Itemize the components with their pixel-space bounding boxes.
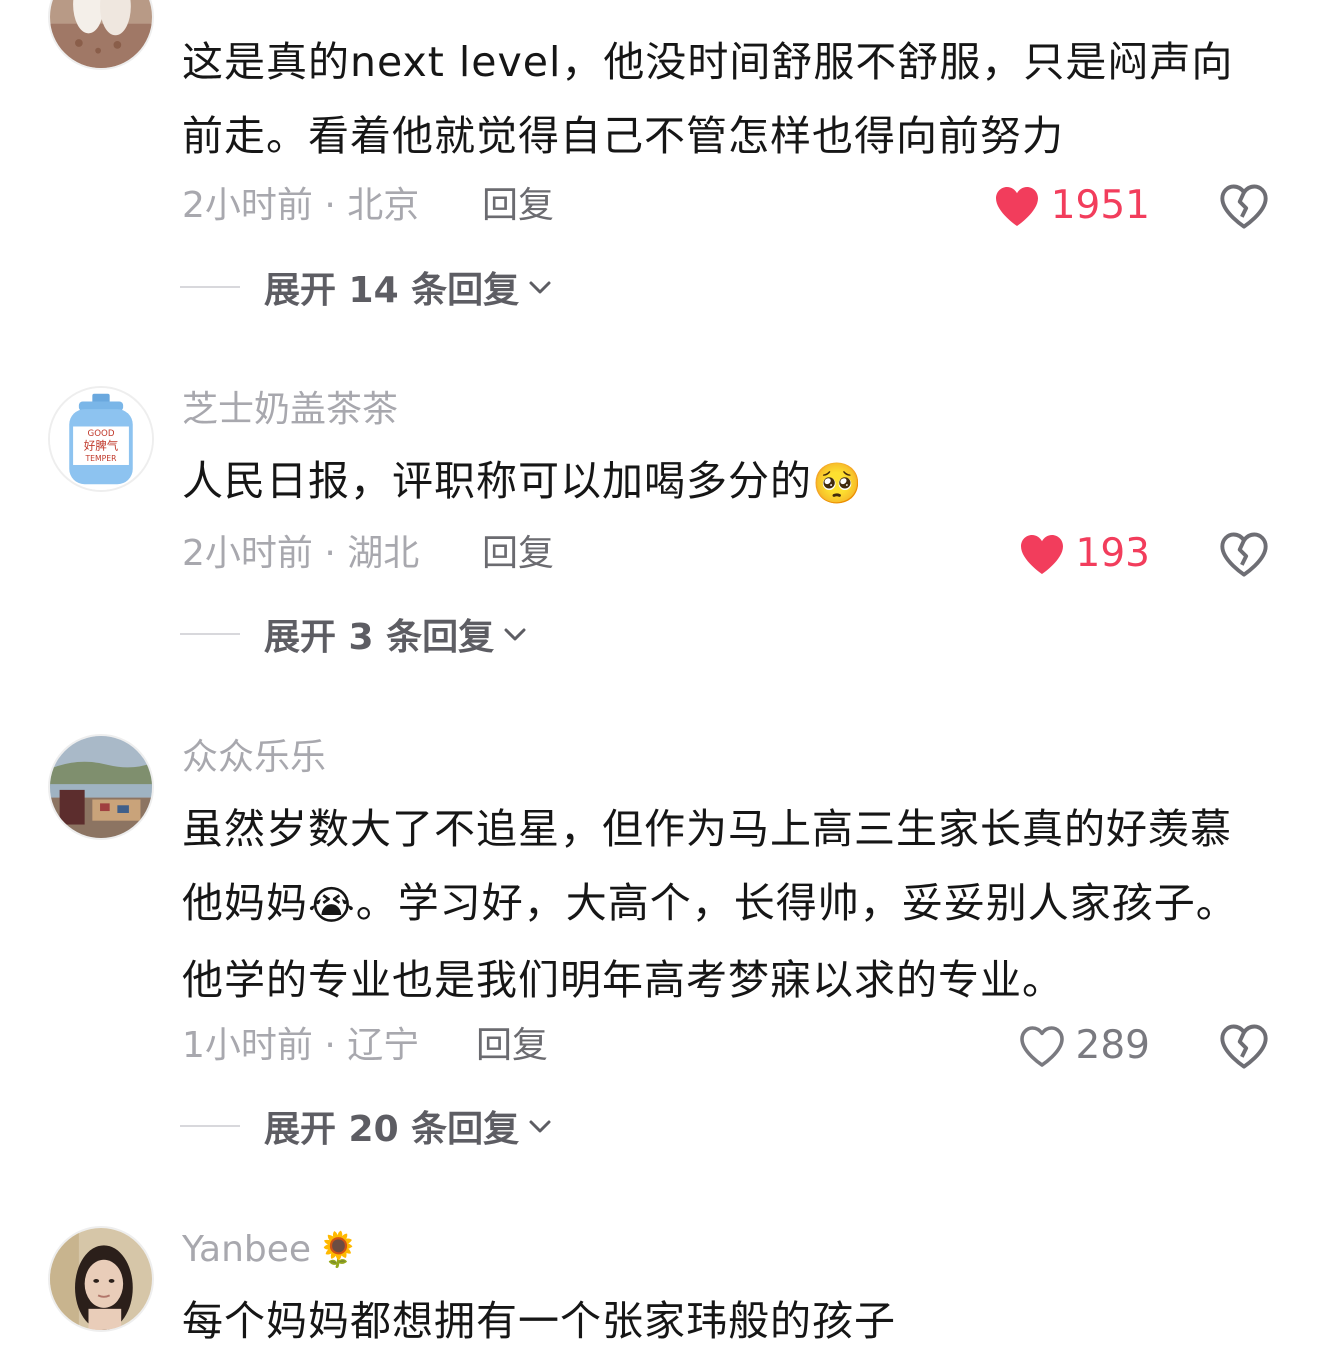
- like-button[interactable]: 1951: [980, 181, 1150, 231]
- comment-text: 每个妈妈都想拥有一个张家玮般的孩子: [182, 1297, 896, 1345]
- like-count: 193: [1075, 531, 1150, 576]
- comment-time-location: 2小时前 · 北京: [182, 185, 420, 226]
- comment-text: 虽然岁数大了不追星，但作为马上高三生家长真的好羡慕他妈妈😭。学习好，大高个，长得…: [182, 792, 1272, 1017]
- heart-outline-icon: [1019, 1026, 1064, 1067]
- expand-replies-label: 展开 20 条回复: [264, 1109, 520, 1150]
- comment-time-location: 2小时前 · 湖北: [182, 533, 420, 574]
- like-button[interactable]: 193: [980, 529, 1150, 579]
- reply-button[interactable]: 回复: [476, 1024, 548, 1068]
- crying-face-emoji: 😭: [308, 883, 356, 929]
- pleading-face-emoji: 🥺: [812, 461, 863, 507]
- comment-text: 人民日报，评职称可以加喝多分的🥺: [182, 444, 1272, 521]
- comment-time-location: 1小时前 · 辽宁: [182, 1025, 420, 1066]
- chevron-down-icon: [504, 628, 526, 641]
- chevron-down-icon: [529, 1120, 551, 1133]
- like-count: 1951: [1050, 183, 1150, 228]
- svg-text:TEMPER: TEMPER: [84, 454, 117, 463]
- svg-text:GOOD: GOOD: [87, 429, 114, 439]
- avatar[interactable]: GOOD 好脾气 TEMPER: [48, 386, 154, 492]
- like-button[interactable]: 289: [980, 1021, 1150, 1071]
- expand-replies-label: 展开 3 条回复: [264, 617, 495, 658]
- expand-replies-label: 展开 14 条回复: [264, 270, 520, 311]
- sunflower-emoji: 🌻: [317, 1230, 360, 1270]
- broken-heart-icon[interactable]: [1218, 1021, 1270, 1071]
- broken-heart-icon[interactable]: [1218, 529, 1270, 579]
- broken-heart-icon[interactable]: [1218, 181, 1270, 231]
- avatar[interactable]: [48, 734, 154, 840]
- comment-text: 这是真的next level，他没时间舒服不舒服，只是闷声向前走。看着他就觉得自…: [182, 38, 1234, 160]
- comment-text-content: 人民日报，评职称可以加喝多分的: [182, 457, 812, 505]
- heart-icon: [1020, 535, 1063, 574]
- expand-replies-button[interactable]: 展开 3 条回复: [180, 612, 528, 658]
- heart-icon: [995, 187, 1038, 226]
- username[interactable]: Yanbee 🌻: [182, 1228, 359, 1272]
- username-text: Yanbee: [182, 1229, 312, 1270]
- username[interactable]: 众众乐乐: [182, 736, 326, 780]
- divider-line: [180, 1125, 240, 1127]
- avatar[interactable]: [48, 0, 154, 70]
- expand-replies-button[interactable]: 展开 14 条回复: [180, 265, 553, 311]
- expand-replies-button[interactable]: 展开 20 条回复: [180, 1104, 553, 1150]
- svg-text:好脾气: 好脾气: [84, 439, 119, 453]
- like-count: 289: [1075, 1023, 1150, 1068]
- comment-list: 这是真的next level，他没时间舒服不舒服，只是闷声向前走。看着他就觉得自…: [0, 0, 1320, 1368]
- divider-line: [180, 633, 240, 635]
- reply-button[interactable]: 回复: [482, 532, 554, 576]
- divider-line: [180, 286, 240, 288]
- username[interactable]: 芝士奶盖茶茶: [182, 388, 398, 432]
- chevron-down-icon: [529, 281, 551, 294]
- reply-button[interactable]: 回复: [482, 184, 554, 228]
- avatar[interactable]: [48, 1226, 154, 1332]
